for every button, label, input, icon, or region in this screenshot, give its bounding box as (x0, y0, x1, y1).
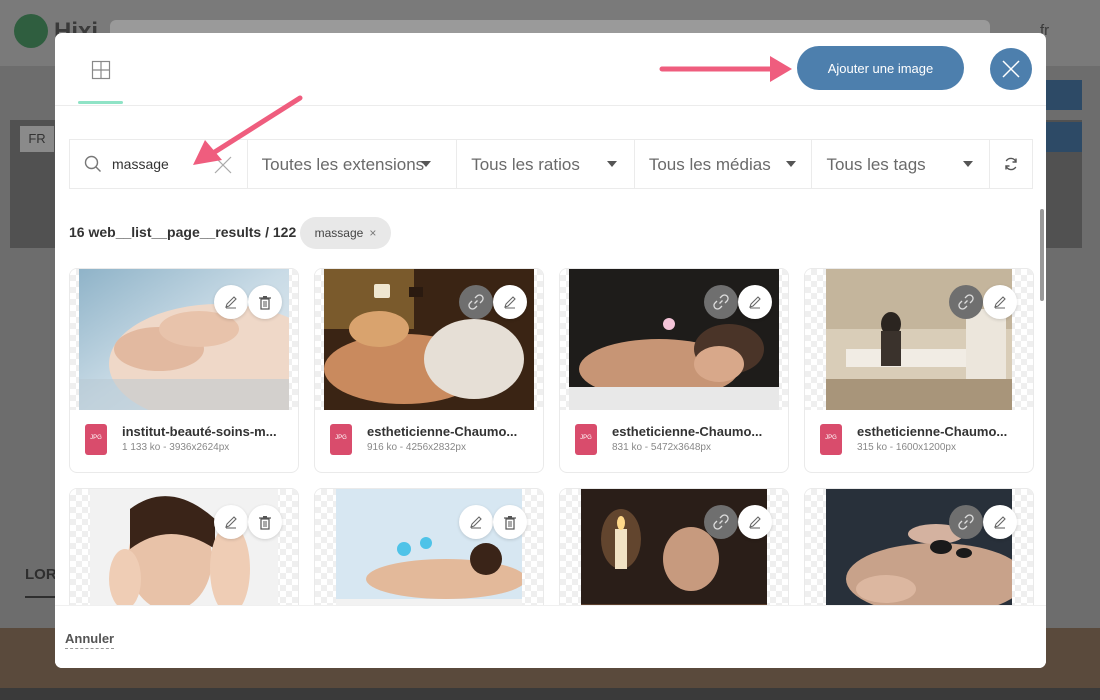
image-card[interactable]: JPG estheticienne-Chaumo... 831 ko - 547… (559, 268, 789, 473)
jpg-file-icon: JPG (575, 424, 597, 455)
jpg-file-icon: JPG (820, 424, 842, 455)
chevron-down-icon (963, 161, 974, 167)
background-eye-button (1046, 80, 1082, 110)
modal-footer: Annuler (55, 605, 1046, 668)
pencil-icon (994, 296, 1006, 309)
filter-medias-dropdown[interactable]: Tous les médias (635, 140, 813, 188)
edit-image-button[interactable] (214, 285, 248, 319)
results-count: 16 web__list__page__results / 122 (69, 224, 297, 240)
image-meta: 1 133 ko - 3936x2624px (122, 442, 230, 453)
image-filename: institut-beauté-soins-m... (122, 424, 277, 439)
chevron-down-icon (785, 161, 796, 167)
active-tag-label: massage (314, 226, 364, 240)
trash-icon (259, 515, 271, 530)
modal-scrollbar[interactable] (1040, 209, 1044, 301)
tab-grid-view[interactable] (78, 47, 123, 103)
background-search-button (1046, 122, 1082, 152)
close-modal-button[interactable] (990, 48, 1032, 90)
pencil-icon (994, 516, 1006, 529)
pencil-icon (225, 516, 237, 529)
filter-extensions-label: Toutes les extensions (261, 155, 425, 174)
edit-image-button[interactable] (983, 285, 1017, 319)
copy-link-button[interactable] (704, 285, 738, 319)
delete-image-button[interactable] (248, 505, 282, 539)
active-tag-chip: massage × (300, 217, 391, 249)
edit-image-button[interactable] (738, 505, 772, 539)
trash-icon (259, 295, 271, 310)
search-box (70, 140, 248, 188)
pencil-icon (504, 296, 516, 309)
background-fr-badge: FR (20, 126, 54, 152)
image-card[interactable]: JPG institut-beauté-soins-m... 1 133 ko … (69, 268, 299, 473)
link-icon (958, 294, 974, 310)
pencil-icon (470, 516, 482, 529)
image-filename: estheticienne-Chaumo... (612, 424, 763, 439)
edit-image-button[interactable] (493, 285, 527, 319)
active-tab-indicator (78, 101, 123, 104)
background-section-label: LOR (25, 566, 57, 583)
filter-tags-label: Tous les tags (826, 155, 926, 174)
edit-image-button[interactable] (459, 505, 493, 539)
link-icon (468, 294, 484, 310)
filter-tags-dropdown[interactable]: Tous les tags (812, 140, 991, 188)
copy-link-button[interactable] (949, 505, 983, 539)
search-icon (84, 155, 101, 172)
filter-medias-label: Tous les médias (648, 155, 771, 174)
background-section-underline (25, 596, 55, 598)
image-meta: 315 ko - 1600x1200px (857, 442, 956, 453)
copy-link-button[interactable] (704, 505, 738, 539)
filter-extensions-dropdown[interactable]: Toutes les extensions (248, 140, 458, 188)
image-meta: 916 ko - 4256x2832px (367, 442, 466, 453)
chevron-down-icon (607, 161, 618, 167)
pencil-icon (749, 516, 761, 529)
media-library-modal: Ajouter une image Toutes les extensions (55, 33, 1046, 668)
modal-header: Ajouter une image (55, 33, 1046, 106)
grid-icon (91, 60, 111, 80)
close-icon (1002, 60, 1020, 78)
trash-icon (504, 515, 516, 530)
filter-ratios-label: Tous les ratios (471, 155, 580, 174)
copy-link-button[interactable] (949, 285, 983, 319)
jpg-file-icon: JPG (85, 424, 107, 455)
link-icon (958, 514, 974, 530)
chevron-down-icon (420, 161, 431, 167)
image-photo (826, 269, 1012, 410)
add-image-button[interactable]: Ajouter une image (797, 46, 964, 90)
link-icon (713, 294, 729, 310)
search-input[interactable] (112, 153, 222, 175)
cancel-button[interactable]: Annuler (65, 631, 115, 649)
image-filename: estheticienne-Chaumo... (367, 424, 518, 439)
refresh-icon (1005, 157, 1017, 171)
image-card[interactable]: JPG estheticienne-Chaumo... 916 ko - 425… (314, 268, 544, 473)
refresh-button[interactable] (990, 140, 1032, 188)
app-logo-icon (14, 14, 48, 48)
image-filename: estheticienne-Chaumo... (857, 424, 1008, 439)
edit-image-button[interactable] (983, 505, 1017, 539)
pencil-icon (225, 296, 237, 309)
pencil-icon (749, 296, 761, 309)
edit-image-button[interactable] (738, 285, 772, 319)
remove-tag-icon[interactable]: × (369, 226, 376, 240)
image-meta: 831 ko - 5472x3648px (612, 442, 711, 453)
clear-search-icon[interactable] (214, 156, 232, 174)
edit-image-button[interactable] (214, 505, 248, 539)
delete-image-button[interactable] (493, 505, 527, 539)
link-icon (713, 514, 729, 530)
delete-image-button[interactable] (248, 285, 282, 319)
background-bottom-bar (0, 688, 1100, 700)
image-card[interactable]: JPG estheticienne-Chaumo... 315 ko - 160… (804, 268, 1034, 473)
filter-bar: Toutes les extensions Tous les ratios To… (69, 139, 1033, 189)
filter-ratios-dropdown[interactable]: Tous les ratios (457, 140, 635, 188)
copy-link-button[interactable] (459, 285, 493, 319)
jpg-file-icon: JPG (330, 424, 352, 455)
